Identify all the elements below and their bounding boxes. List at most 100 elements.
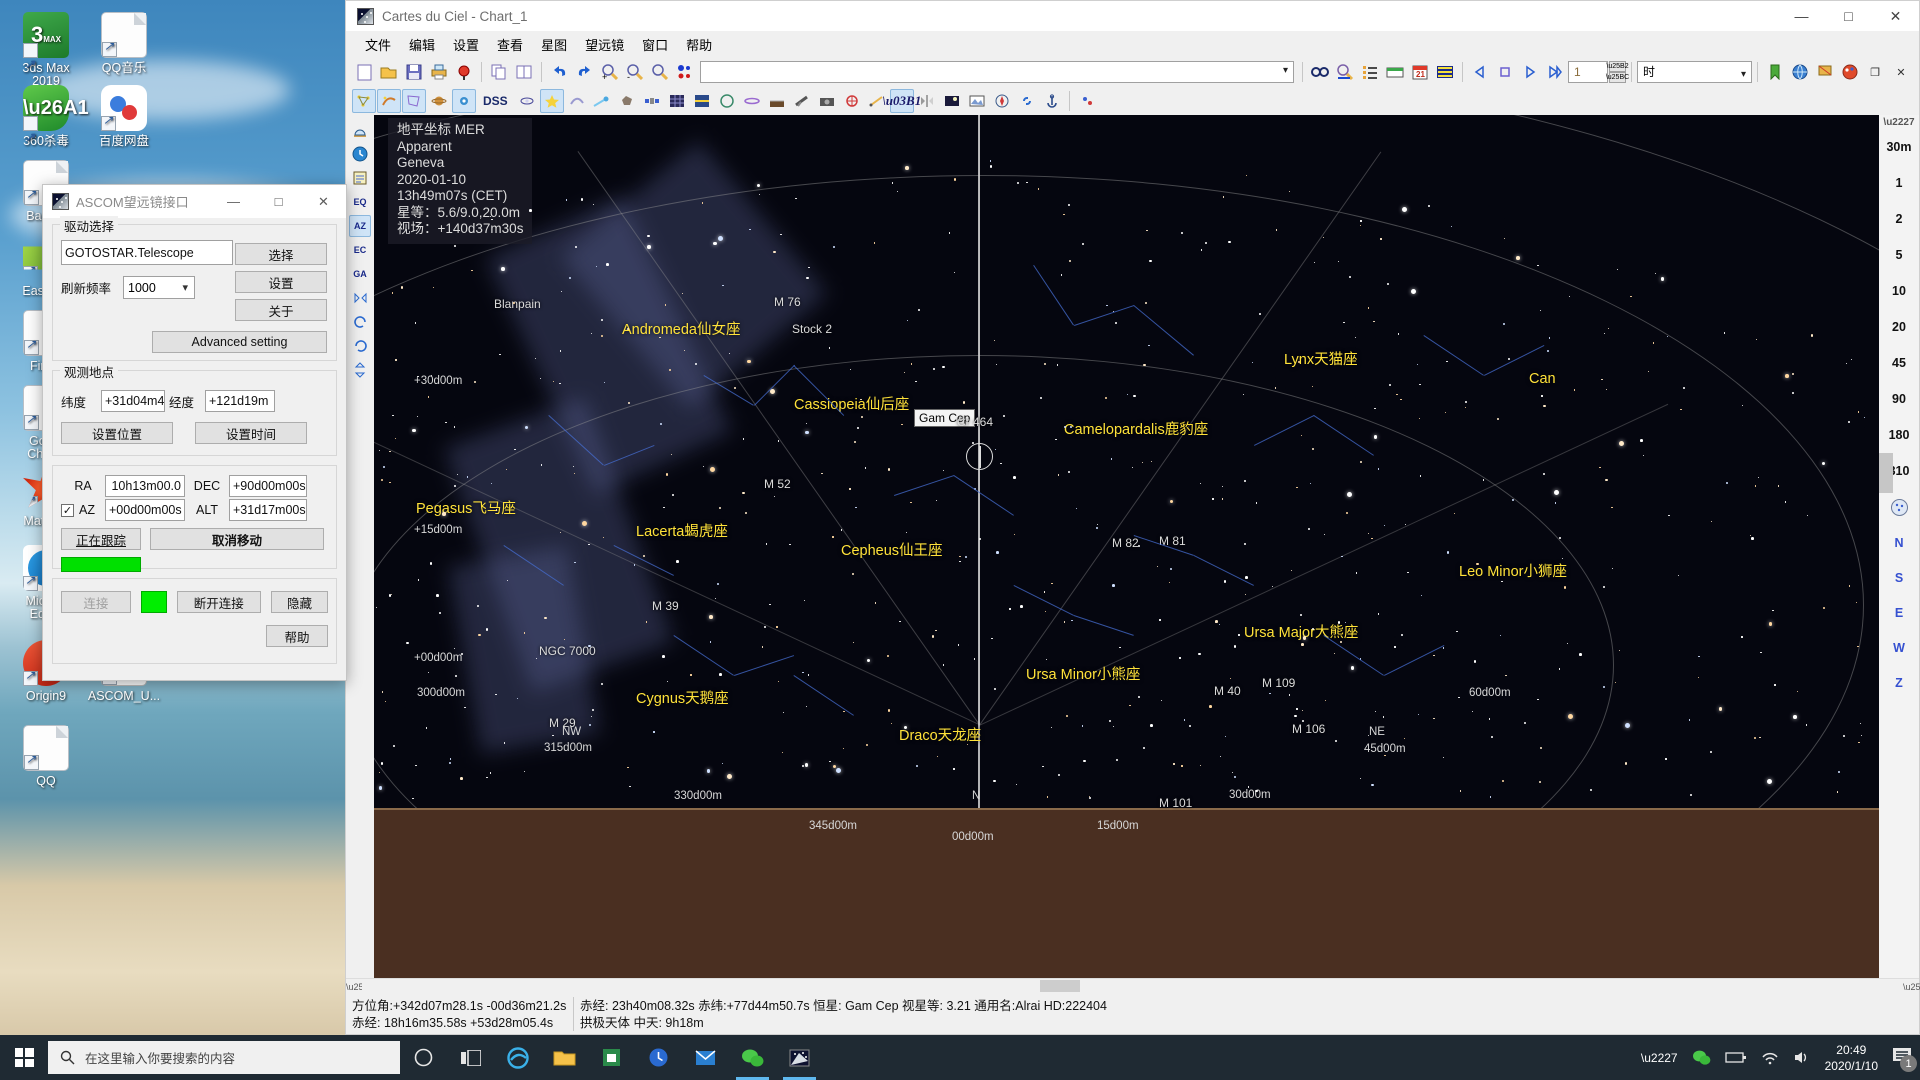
cdc-minimize-button[interactable]: — [1778,1,1825,31]
anchor-icon[interactable] [1040,89,1064,113]
zoom-slider-thumb[interactable] [1879,453,1893,493]
menu-file[interactable]: 文件 [356,32,400,57]
scroll-up-icon[interactable]: \u2227 [1879,115,1919,129]
sun-icon[interactable] [452,89,476,113]
time-unit-select[interactable]: 时 [1637,61,1752,85]
gal-icon[interactable]: GA [349,263,371,285]
advanced-setting-button[interactable]: Advanced setting [152,331,327,353]
direction-north-button[interactable]: N [1879,525,1919,560]
equator-icon[interactable] [690,89,714,113]
scroll-left-icon[interactable]: \u25C0 [346,982,375,992]
alt-input[interactable]: +31d17m00s [229,499,307,521]
telescope-icon[interactable] [790,89,814,113]
star-chart-canvas[interactable]: Gam Cep 地平坐标 MER Apparent Geneva 2020-01… [374,115,1879,978]
ascom-close-button[interactable]: ✕ [301,185,346,218]
cdc-close-button[interactable]: ✕ [1872,1,1919,31]
explorer-icon[interactable] [541,1035,588,1080]
time-icon[interactable] [349,143,371,165]
grid-icon[interactable] [665,89,689,113]
eyepiece-icon[interactable] [840,89,864,113]
menu-help[interactable]: 帮助 [677,32,721,57]
menu-settings[interactable]: 设置 [444,32,488,57]
galactic-icon[interactable] [740,89,764,113]
set-time-button[interactable]: 设置时间 [195,422,307,444]
zoom-level-45[interactable]: 45 [1879,345,1919,381]
dss-label[interactable]: DSS [477,94,514,108]
step-back-icon[interactable] [1468,60,1492,84]
deep-sky-icon[interactable] [515,89,539,113]
ecliptic-icon[interactable] [715,89,739,113]
longitude-input[interactable]: +121d19m [205,390,275,412]
tables-icon[interactable] [1433,60,1457,84]
alpha-icon[interactable]: \u03B1 [882,89,921,113]
zoom-out-icon[interactable]: - [622,60,646,84]
undo-icon[interactable] [547,60,571,84]
mirror-icon[interactable] [915,89,939,113]
scroll-right-icon[interactable]: \u25B6 [1903,982,1920,992]
nebula-icon[interactable] [565,89,589,113]
menu-view[interactable]: 查看 [488,32,532,57]
start-button[interactable] [0,1035,48,1080]
tracking-status-button[interactable]: 正在跟踪 [61,528,141,550]
az-checkbox[interactable]: ✓ [61,503,74,517]
constellation-lines-icon[interactable] [352,89,376,113]
set-position-button[interactable]: 设置位置 [61,422,173,444]
horizon-line-icon[interactable] [765,89,789,113]
menu-window[interactable]: 窗口 [633,32,677,57]
ascom-maximize-button[interactable]: □ [256,185,301,218]
planet-icon[interactable] [427,89,451,113]
zoom-level-1[interactable]: 1 [1879,165,1919,201]
satellite-icon[interactable] [640,89,664,113]
chevron-up-icon[interactable]: \u2227 [1641,1051,1678,1065]
photo-icon[interactable] [965,89,989,113]
rotate-left-icon[interactable] [349,311,371,333]
night-mode-icon[interactable] [940,89,964,113]
save-icon[interactable] [402,60,426,84]
ec-icon[interactable]: EC [349,239,371,261]
battery-icon[interactable] [1724,1051,1747,1064]
direction-west-button[interactable]: W [1879,630,1919,665]
scroll-thumb[interactable] [1040,979,1081,992]
redo-icon[interactable] [572,60,596,84]
taskview-icon[interactable] [447,1035,494,1080]
colors-icon[interactable] [672,60,696,84]
az-icon[interactable]: AZ [349,215,371,237]
bookmark-icon[interactable] [1763,60,1787,84]
chartlist-icon[interactable] [349,167,371,189]
menu-edit[interactable]: 编辑 [400,32,444,57]
flip-vertical-icon[interactable] [349,359,371,381]
stop-icon[interactable] [1493,60,1517,84]
calendar-icon[interactable]: 21 [1408,60,1432,84]
desktop-icon-qqmusic[interactable]: QQ音乐 [78,12,170,75]
ascom-minimize-button[interactable]: — [211,185,256,218]
wechat-icon[interactable] [729,1035,776,1080]
menu-telescope[interactable]: 望远镜 [576,32,633,57]
about-button[interactable]: 关于 [235,299,327,321]
mail-icon[interactable] [682,1035,729,1080]
star-icon[interactable] [539,89,564,113]
zoom-level-5[interactable]: 5 [1879,237,1919,273]
help-button[interactable]: 帮助 [266,625,328,647]
camera-icon[interactable] [815,89,839,113]
disconnect-button[interactable]: 断开连接 [176,591,262,613]
ascom-titlebar[interactable]: ASCOM望远镜接口 — □ ✕ [43,185,346,218]
sky-icon[interactable] [1879,489,1919,525]
object-search-icon[interactable] [1333,60,1357,84]
hide-button[interactable]: 隐藏 [271,591,328,613]
direction-east-button[interactable]: E [1879,595,1919,630]
wifi-icon[interactable] [1761,1051,1779,1065]
rotate-right-icon[interactable] [349,335,371,357]
clock-icon[interactable] [635,1035,682,1080]
volume-icon[interactable] [1793,1050,1811,1065]
mdi-close-button[interactable]: ✕ [1889,60,1913,84]
dec-input[interactable]: +90d00m00s [229,475,307,497]
link-icon[interactable] [1015,89,1039,113]
target-icon[interactable] [452,60,476,84]
abort-slew-button[interactable]: 取消移动 [150,528,324,550]
zoom-level-30m[interactable]: 30m [1879,129,1919,165]
copy-icon[interactable] [487,60,511,84]
globe-icon[interactable] [1788,60,1812,84]
cdc-icon[interactable] [776,1035,823,1080]
driver-input[interactable]: GOTOSTAR.Telescope [61,240,233,265]
observatory-icon[interactable] [349,119,371,141]
